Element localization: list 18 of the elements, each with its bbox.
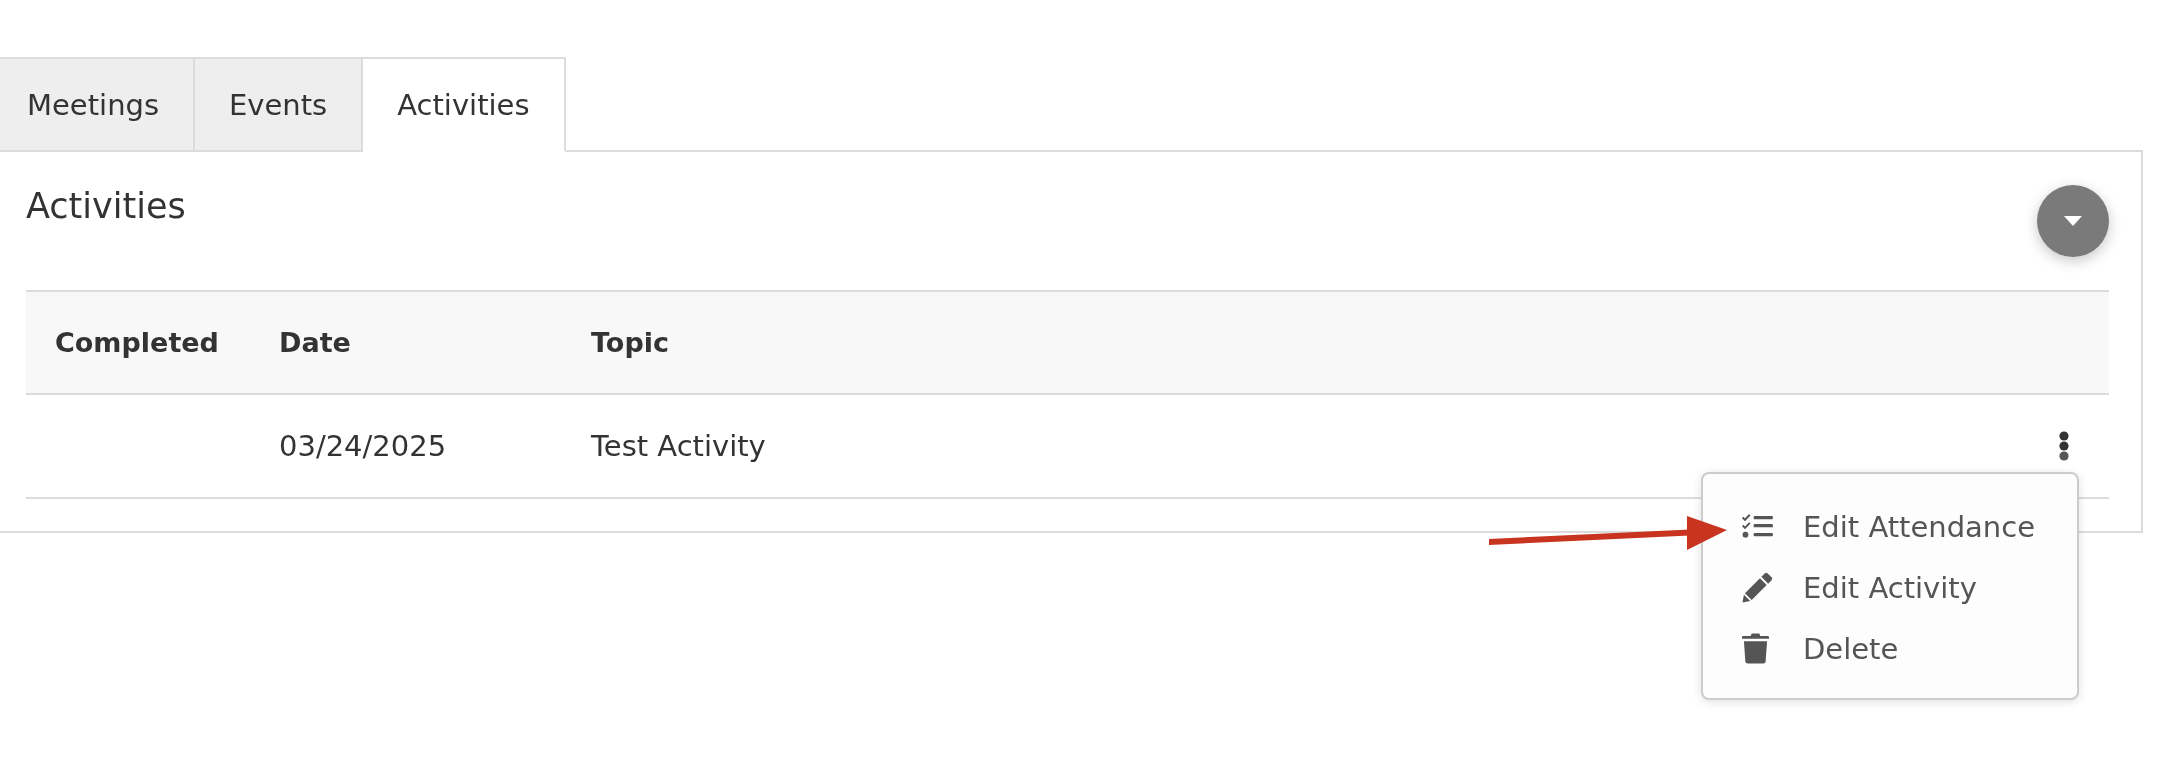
table-cell: Test Activity <box>591 429 766 463</box>
trash-icon <box>1742 633 1769 664</box>
caret-icon <box>2064 216 2082 226</box>
menu-item[interactable]: Edit Attendance <box>1742 496 2077 557</box>
menu-item[interactable]: Edit Activity <box>1742 557 2077 618</box>
tab[interactable]: Events <box>195 57 364 152</box>
panel-title: Activities <box>26 185 186 228</box>
column-header: Date <box>278 327 352 358</box>
tab[interactable]: Activities <box>363 57 566 152</box>
menu-item[interactable]: Delete <box>1742 618 2077 679</box>
kebab-menu-icon[interactable] <box>2059 431 2069 461</box>
column-header: Topic <box>590 327 670 358</box>
checklist-icon <box>1742 514 1773 539</box>
expand-button[interactable] <box>2037 185 2109 257</box>
column-header: Completed <box>54 327 220 358</box>
pencil-icon <box>1742 572 1773 603</box>
table-cell: 03/24/2025 <box>279 429 447 463</box>
tab[interactable]: Meetings <box>0 57 196 152</box>
